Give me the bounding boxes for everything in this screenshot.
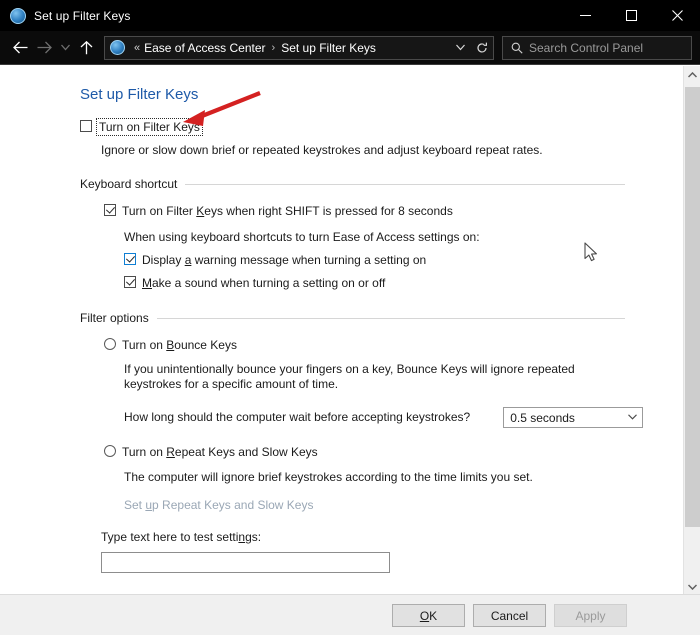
display-warning-message-checkbox[interactable] [124,253,136,265]
vertical-scrollbar[interactable] [683,66,700,595]
repeat-keys-description: The computer will ignore brief keystroke… [124,470,533,484]
make-a-sound-checkbox[interactable] [124,276,136,288]
dialog-footer: OK Cancel Apply [0,594,700,635]
turn-on-repeat-and-slow-keys-radio[interactable] [104,445,116,457]
shortcut-checkbox-row[interactable]: Turn on Filter Keys when right SHIFT is … [104,204,683,218]
back-button[interactable] [8,36,32,60]
display-warning-message-label: Display a warning message when turning a… [142,253,426,267]
section-keyboard-shortcut: Keyboard shortcut [80,177,625,191]
ok-button[interactable]: OK [392,604,465,627]
cancel-button[interactable]: Cancel [473,604,546,627]
search-icon [511,42,523,54]
scroll-down-arrow-icon[interactable] [684,578,700,595]
sub-intro-text: When using keyboard shortcuts to turn Ea… [124,230,480,244]
turn-on-filter-keys-label[interactable]: Turn on Filter Keys [96,118,203,136]
label-part-a: Type text here to test setti [101,530,239,544]
wait-duration-label: How long should the computer wait before… [124,410,471,424]
recent-locations-chevron-down-icon[interactable] [56,36,74,60]
ok-accesskey: O [419,608,430,623]
section-filter-options: Filter options [80,311,625,325]
label-part-a: Turn on [122,445,167,459]
make-sound-checkbox-row[interactable]: Make a sound when turning a setting on o… [124,276,683,290]
apply-label: Apply [575,608,606,623]
cancel-label: Cancel [490,608,529,623]
label-part-a: Display [142,253,185,267]
breadcrumb-chevron-down-icon[interactable] [449,37,471,59]
link-part-a: Set [124,498,146,512]
content-scroll-area: Set up Filter Keys Turn on Filter Keys I… [0,66,700,595]
section-rule [156,317,625,319]
link-part-b: p Repeat Keys and Slow Keys [152,498,314,512]
turn-on-repeat-and-slow-keys-label: Turn on Repeat Keys and Slow Keys [122,445,318,459]
repeat-slow-keys-radio-row[interactable]: Turn on Repeat Keys and Slow Keys [104,445,683,459]
title-bar: Set up Filter Keys [0,0,700,31]
label-part-b: epeat Keys and Slow Keys [174,445,318,459]
label-part-a: Turn on [122,338,167,352]
master-description: Ignore or slow down brief or repeated ke… [101,143,543,157]
label-accesskey: R [166,445,175,459]
breadcrumb-item-set-up-filter-keys[interactable]: Set up Filter Keys [281,41,376,55]
wait-duration-value: 0.5 seconds [510,410,575,425]
turn-on-bounce-keys-radio[interactable] [104,338,116,350]
right-shift-shortcut-label: Turn on Filter Keys when right SHIFT is … [122,204,453,218]
label-part-b: eys when right SHIFT is pressed for 8 se… [204,204,453,218]
label-part-b: warning message when turning a setting o… [191,253,427,267]
turn-on-filter-keys-checkbox[interactable] [80,120,92,132]
label-part-b: gs: [245,530,262,544]
ok-label: K [429,608,438,623]
minimize-button[interactable] [562,0,608,31]
section-heading-filter-options: Filter options [80,311,149,325]
scrollbar-thumb[interactable] [685,87,700,527]
breadcrumb-item-ease-of-access-center[interactable]: Ease of Access Center [144,41,265,55]
refresh-icon[interactable] [471,37,493,59]
forward-button[interactable] [32,36,56,60]
test-settings-input[interactable] [101,552,390,573]
scrollbar-track[interactable] [684,83,700,578]
display-warning-checkbox-row[interactable]: Display a warning message when turning a… [124,253,683,267]
section-rule [185,183,625,185]
address-toolbar: « Ease of Access Center › Set up Filter … [0,31,700,65]
search-control-panel-box[interactable]: Search Control Panel [502,35,692,60]
section-heading-keyboard-shortcut: Keyboard shortcut [80,177,178,191]
up-button[interactable] [74,36,98,60]
window-controls [562,0,700,31]
filter-keys-settings-panel: Set up Filter Keys Turn on Filter Keys I… [0,66,683,595]
chevron-down-icon [628,412,638,423]
breadcrumb-overflow-icon[interactable]: « [134,42,140,54]
set-up-repeat-and-slow-keys-link[interactable]: Set up Repeat Keys and Slow Keys [124,498,683,512]
breadcrumb-ease-of-access-icon [110,40,125,55]
search-input[interactable]: Search Control Panel [529,41,643,55]
scroll-up-arrow-icon[interactable] [684,66,700,83]
wait-duration-dropdown[interactable]: 0.5 seconds [503,407,644,428]
window-title: Set up Filter Keys [34,8,131,23]
page-title: Set up Filter Keys [80,86,199,103]
maximize-button[interactable] [608,0,654,31]
label-part-b: ake a sound when turning a setting on or… [152,276,386,290]
bounce-keys-description: If you unintentionally bounce your finge… [124,362,575,391]
turn-on-filter-keys-row[interactable]: Turn on Filter Keys [80,118,683,136]
close-button[interactable] [654,0,700,31]
test-settings-label: Type text here to test settings: [101,530,683,545]
apply-button[interactable]: Apply [554,604,627,627]
ease-of-access-icon [10,7,26,24]
label-part-a: Turn on Filter [122,204,197,218]
turn-on-bounce-keys-label: Turn on Bounce Keys [122,338,237,352]
breadcrumb-bar[interactable]: « Ease of Access Center › Set up Filter … [104,35,494,60]
right-shift-shortcut-checkbox[interactable] [104,204,116,216]
bounce-keys-radio-row[interactable]: Turn on Bounce Keys [104,338,683,352]
make-a-sound-label: Make a sound when turning a setting on o… [142,276,385,290]
label-accesskey: M [142,276,152,290]
label-part-b: ounce Keys [174,338,237,352]
breadcrumb-separator-icon[interactable]: › [272,42,276,54]
